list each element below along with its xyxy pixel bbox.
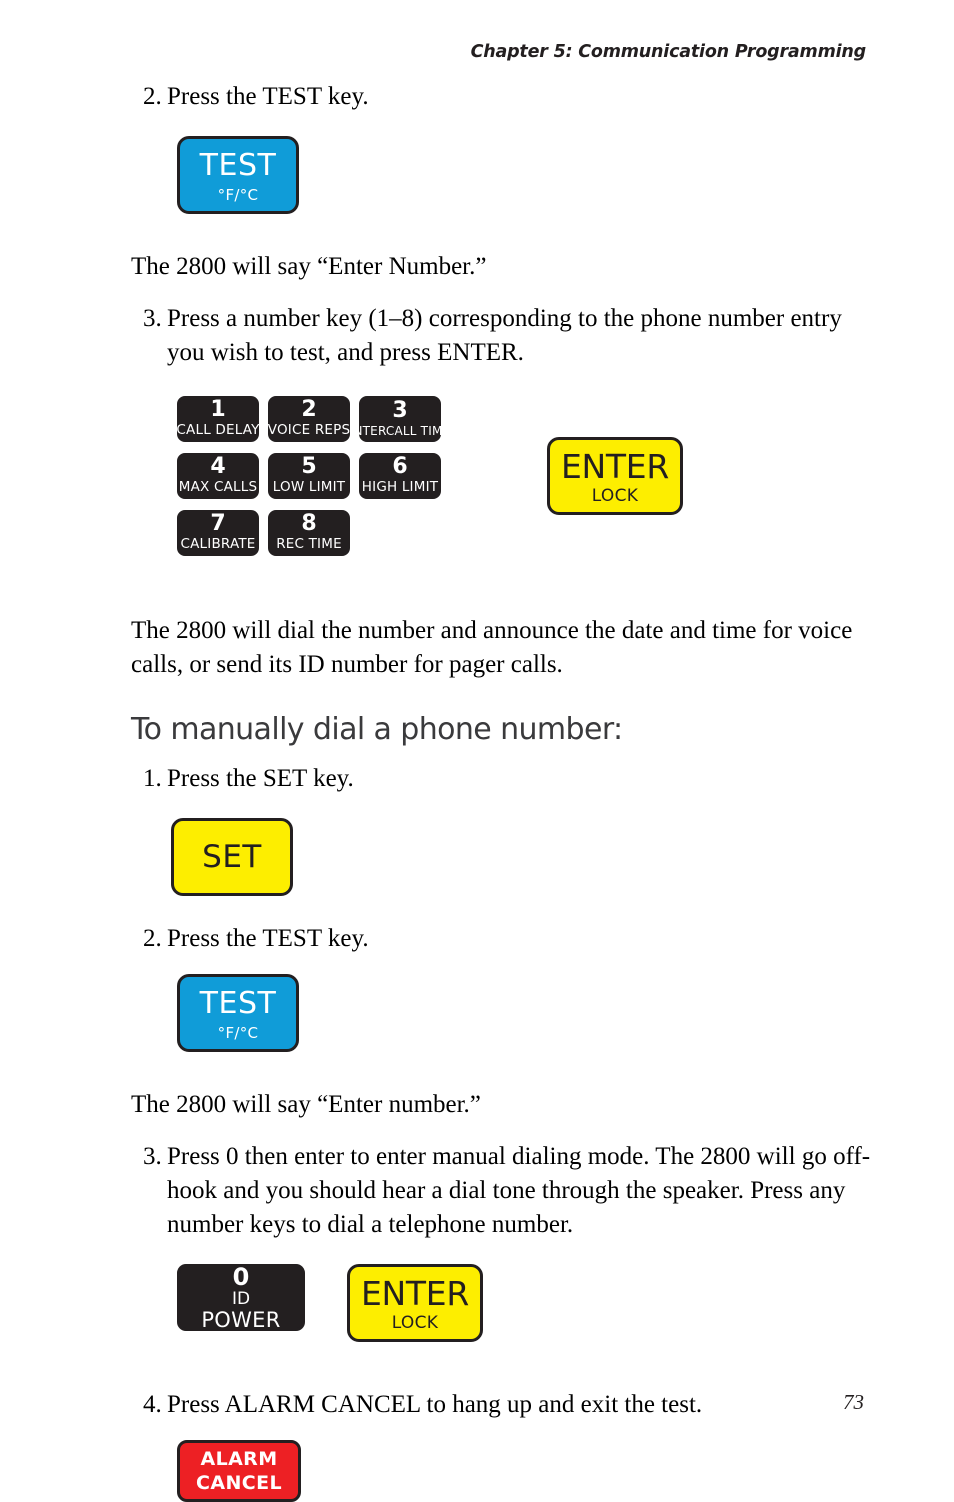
alarm-label: ALARM xyxy=(200,1447,278,1470)
step-text: Press ALARM CANCEL to hang up and exit t… xyxy=(167,1391,703,1418)
step-4-press-alarm-cancel: 4. Press ALARM CANCEL to hang up and exi… xyxy=(131,1388,871,1422)
step-text: Press the TEST key. xyxy=(167,83,369,110)
step-text: Press the TEST key. xyxy=(167,925,369,952)
paragraph-dial-announce: The 2800 will dial the number and announ… xyxy=(131,617,853,678)
keypad-row-2: 4 MAX CALLS 5 LOW LIMIT 6 HIGH LIMIT xyxy=(177,453,441,499)
step-number: 4. xyxy=(143,1391,162,1418)
key-number: 6 xyxy=(392,454,408,480)
test-key-sublabel: °F/°C xyxy=(217,1023,259,1042)
key-function-label: MAX CALLS xyxy=(178,479,258,496)
test-key-figure-row: TEST °F/°C xyxy=(177,136,871,214)
step-number: 2. xyxy=(143,83,162,110)
enter-key-sublabel: LOCK xyxy=(391,1312,439,1333)
zero-enter-figure-row: 0 ID POWER ENTER LOCK xyxy=(177,1264,871,1342)
enter-key-sublabel: LOCK xyxy=(591,485,639,506)
key-1-call-delay[interactable]: 1 CALL DELAY xyxy=(176,396,260,442)
key-number: 4 xyxy=(210,454,226,480)
alarm-cancel-button[interactable]: ALARM CANCEL xyxy=(177,1440,301,1502)
page-content: 2. Press the TEST key. TEST °F/°C The 28… xyxy=(131,80,871,1502)
cancel-label: CANCEL xyxy=(196,1471,282,1494)
set-key-figure-row: SET xyxy=(171,818,871,896)
step-number: 2. xyxy=(143,925,162,952)
step-2-press-test: 2. Press the TEST key. xyxy=(131,80,871,114)
step-text: Press the SET key. xyxy=(167,765,354,792)
key-3-intercall-time[interactable]: 3 INTERCALL TIME xyxy=(350,396,450,442)
key-number: 1 xyxy=(210,397,226,423)
zero-key-number: 0 xyxy=(232,1262,250,1291)
set-key-button[interactable]: SET xyxy=(171,818,293,896)
key-function-label: CALIBRATE xyxy=(180,536,256,553)
key-7-calibrate[interactable]: 7 CALIBRATE xyxy=(177,510,259,556)
step-number: 3. xyxy=(143,1143,162,1170)
running-head-chapter-title: Chapter 5: Communication Programming xyxy=(470,42,867,62)
test-key-label: TEST xyxy=(199,147,277,183)
test-key-sublabel: °F/°C xyxy=(217,185,259,204)
test-key-button-second[interactable]: TEST °F/°C xyxy=(177,974,299,1052)
paragraph-enter-number-second: The 2800 will say “Enter number.” xyxy=(131,1091,481,1118)
key-function-label: INTERCALL TIME xyxy=(349,424,451,438)
step-1-press-set: 1. Press the SET key. xyxy=(131,762,871,796)
test-key-label: TEST xyxy=(199,985,277,1021)
step-number: 3. xyxy=(143,305,162,332)
keypad-row-3: 7 CALIBRATE 8 REC TIME xyxy=(177,510,441,556)
step-3-press-zero-enter: 3. Press 0 then enter to enter manual di… xyxy=(131,1140,871,1242)
test-key-figure-row-second: TEST °F/°C xyxy=(177,974,871,1052)
enter-key-label: ENTER xyxy=(561,446,669,486)
key-function-label: VOICE REPS xyxy=(267,422,351,439)
keypad-row-1: 1 CALL DELAY 2 VOICE REPS 3 INTERCALL TI… xyxy=(176,396,450,442)
key-number: 8 xyxy=(301,511,317,537)
key-number: 5 xyxy=(301,454,317,480)
key-function-label: LOW LIMIT xyxy=(272,479,346,496)
enter-key-button[interactable]: ENTER LOCK xyxy=(547,437,683,515)
key-function-label: REC TIME xyxy=(276,536,342,553)
zero-key-id-label: ID xyxy=(231,1288,251,1309)
keypad-figure: 1 CALL DELAY 2 VOICE REPS 3 INTERCALL TI… xyxy=(176,396,871,556)
number-keypad: 1 CALL DELAY 2 VOICE REPS 3 INTERCALL TI… xyxy=(176,396,450,556)
key-function-label: CALL DELAY xyxy=(176,422,260,439)
key-number: 7 xyxy=(210,511,226,537)
page-number: 73 xyxy=(843,1390,864,1414)
key-function-label: HIGH LIMIT xyxy=(361,479,439,496)
step-number: 1. xyxy=(143,765,162,792)
section-heading-manual-dial: To manually dial a phone number: xyxy=(131,712,623,747)
key-8-rec-time[interactable]: 8 REC TIME xyxy=(268,510,350,556)
step-3-press-number-key: 3. Press a number key (1–8) correspondin… xyxy=(131,302,871,370)
alarm-cancel-figure-row: ALARM CANCEL xyxy=(177,1440,871,1502)
key-4-max-calls[interactable]: 4 MAX CALLS xyxy=(177,453,259,499)
enter-key-button-second[interactable]: ENTER LOCK xyxy=(347,1264,483,1342)
step-text: Press 0 then enter to enter manual diali… xyxy=(167,1143,871,1238)
key-number: 2 xyxy=(301,397,317,423)
set-key-label: SET xyxy=(202,838,262,875)
key-2-voice-reps[interactable]: 2 VOICE REPS xyxy=(268,396,350,442)
test-key-button[interactable]: TEST °F/°C xyxy=(177,136,299,214)
step-text: Press a number key (1–8) corresponding t… xyxy=(167,305,842,366)
paragraph-enter-number: The 2800 will say “Enter Number.” xyxy=(131,253,487,280)
key-6-high-limit[interactable]: 6 HIGH LIMIT xyxy=(359,453,441,499)
step-2-press-test-second: 2. Press the TEST key. xyxy=(131,922,871,956)
key-5-low-limit[interactable]: 5 LOW LIMIT xyxy=(268,453,350,499)
enter-key-label: ENTER xyxy=(361,1273,469,1313)
zero-key-button[interactable]: 0 ID POWER xyxy=(177,1264,305,1331)
zero-key-power-label: POWER xyxy=(201,1307,281,1332)
key-number: 3 xyxy=(392,398,408,423)
